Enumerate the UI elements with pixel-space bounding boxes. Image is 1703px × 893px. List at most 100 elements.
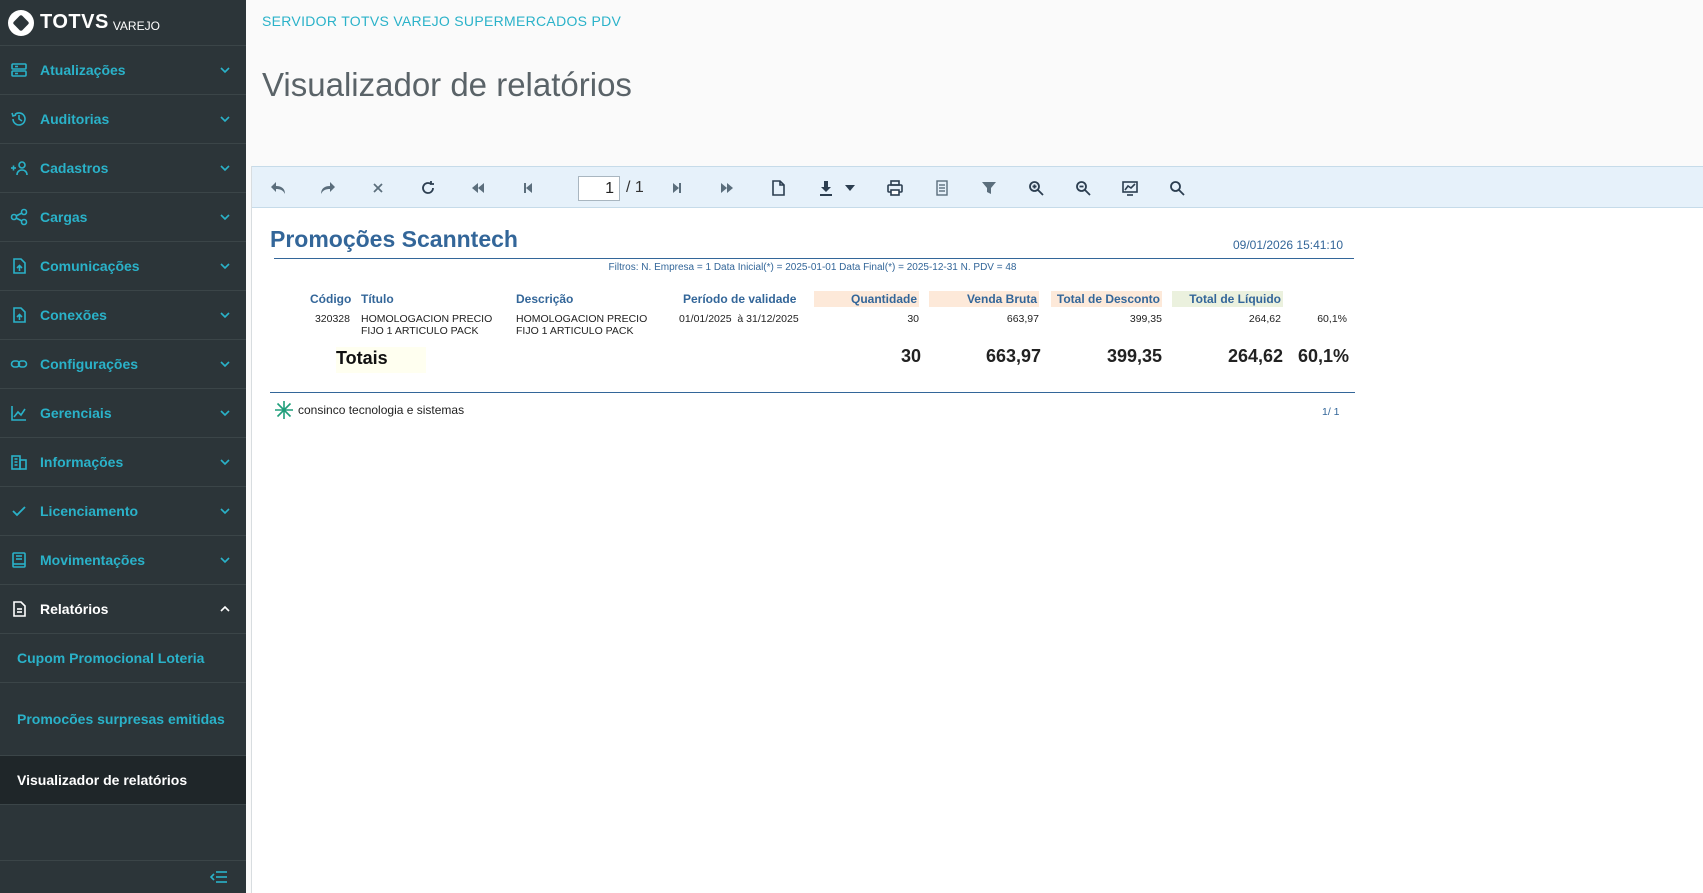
first-page-button[interactable] [468,178,488,198]
col-header-descricao: Descrição [516,292,574,306]
collapse-sidebar-button[interactable] [0,860,246,893]
viewer-toolbar: / 1 [252,166,1703,208]
sidebar-item-relatorios[interactable]: Relatórios [0,585,246,634]
skip-back-icon [524,183,532,193]
server-icon [10,61,28,79]
sidebar-item-label: Conexões [40,307,107,323]
sidebar-subitem-cupom-promocional[interactable]: Cupom Promocional Loteria [0,634,246,683]
print-button[interactable] [885,178,905,198]
sidebar-item-licenciamento[interactable]: Licenciamento [0,487,246,536]
filter-icon [982,182,996,194]
building-icon [10,453,28,471]
toc-button[interactable] [932,178,952,198]
sidebar-item-comunicacoes[interactable]: Comunicações [0,242,246,291]
filter-button[interactable] [979,178,999,198]
report-filters: Filtros: N. Empresa = 1 Data Inicial(*) … [608,262,1017,273]
cell-titulo-line1: HOMOLOGACION PRECIO [361,313,493,325]
file-upload-icon [10,306,28,324]
col-header-total-desconto: Total de Desconto [1051,291,1162,307]
chevron-down-icon [220,410,230,417]
cell-descricao-line1: HOMOLOGACION PRECIO [516,313,648,325]
cell-total-liquido: 264,62 [1248,313,1281,325]
redo-button[interactable] [318,178,338,198]
total-liquido: 264,62 [1227,346,1283,366]
view-mode-button[interactable] [1120,178,1140,198]
chevron-down-icon [220,165,230,172]
footer-brand: consinco tecnologia e sistemas [274,400,464,420]
sidebar-item-label: Licenciamento [40,503,139,519]
refresh-button[interactable] [418,178,438,198]
chevron-down-icon [220,508,230,515]
close-button[interactable] [368,178,388,198]
history-icon [10,110,28,128]
cell-titulo: HOMOLOGACION PRECIO FIJO 1 ARTICULO PACK [361,313,492,337]
sidebar-item-atualizacoes[interactable]: Atualizações [0,46,246,95]
brand-name: TOTVS [40,11,109,33]
export-dropdown-button[interactable] [840,178,860,198]
file-upload-icon [10,257,28,275]
next-page-button[interactable] [667,178,687,198]
chevron-down-icon [220,459,230,466]
total-venda-bruta: 663,97 [985,346,1041,366]
sidebar-item-informacoes[interactable]: Informações [0,438,246,487]
search-button[interactable] [1167,178,1187,198]
cell-total-desconto: 399,35 [1129,313,1162,325]
chevron-down-icon [220,312,230,319]
server-name: SERVIDOR TOTVS VAREJO SUPERMERCADOS PDV [262,13,622,29]
zoom-out-button[interactable] [1073,178,1093,198]
col-header-total-liquido: Total de Líquido [1172,291,1283,307]
sidebar-item-configuracoes[interactable]: Configurações [0,340,246,389]
header-divider [274,258,1354,259]
chevron-down-icon [220,214,230,221]
brand-logo[interactable]: TOTVS VAREJO [0,0,246,46]
prev-page-button[interactable] [518,178,538,198]
last-page-button[interactable] [717,178,737,198]
sidebar-item-label: Movimentações [40,552,146,568]
monitor-icon [1122,181,1138,196]
book-icon [936,180,948,196]
sidebar-subitem-visualizador[interactable]: Visualizador de relatórios [0,756,246,805]
share-icon [10,208,28,226]
totvs-logo-icon [8,9,34,36]
export-button[interactable] [816,178,836,198]
zoom-in-icon [1029,181,1044,196]
col-header-codigo: Código [310,292,352,306]
chevron-down-icon [220,361,230,368]
sidebar-item-cargas[interactable]: Cargas [0,193,246,242]
total-percentual: 60,1% [1297,346,1349,366]
report-viewer: / 1 Promoções Scanntech 09/01/2026 15:41… [251,166,1703,893]
totals-label: Totais [336,347,426,373]
chevron-down-icon [220,557,230,564]
cell-quantidade: 30 [907,313,919,325]
sidebar: TOTVS VAREJO Atualizações Auditorias Cad… [0,0,246,893]
col-header-venda-bruta: Venda Bruta [929,291,1039,307]
document-icon [10,600,28,618]
consinco-logo-icon [275,401,293,419]
sidebar-item-movimentacoes[interactable]: Movimentações [0,536,246,585]
sidebar-item-conexoes[interactable]: Conexões [0,291,246,340]
book-icon [10,551,28,569]
total-desconto: 399,35 [1106,346,1162,366]
col-header-quantidade: Quantidade [814,291,919,307]
link-icon [10,355,28,373]
sidebar-item-label: Informações [40,454,124,470]
new-page-button[interactable] [768,178,788,198]
page-number-input[interactable] [578,176,620,201]
undo-icon [271,182,285,194]
sidebar-item-gerenciais[interactable]: Gerenciais [0,389,246,438]
sidebar-item-label: Gerenciais [40,405,112,421]
sidebar-subitem-promocoes-surpresas[interactable]: Promocões surpresas emitidas [0,683,246,756]
sidebar-item-auditorias[interactable]: Auditorias [0,95,246,144]
cell-descricao: HOMOLOGACION PRECIO FIJO 1 ARTICULO PACK [516,313,647,337]
fast-forward-icon [721,183,733,193]
caret-down-icon [845,185,855,191]
close-icon [373,183,383,193]
cell-titulo-line2: FIJO 1 ARTICULO PACK [361,325,479,337]
report-datetime: 09/01/2026 15:41:10 [1233,238,1344,252]
collapse-menu-icon [210,871,227,883]
footer-brand-text: consinco tecnologia e sistemas [298,403,465,417]
brand-sub: VAREJO [112,18,160,33]
sidebar-item-cadastros[interactable]: Cadastros [0,144,246,193]
zoom-in-button[interactable] [1026,178,1046,198]
undo-button[interactable] [268,178,288,198]
